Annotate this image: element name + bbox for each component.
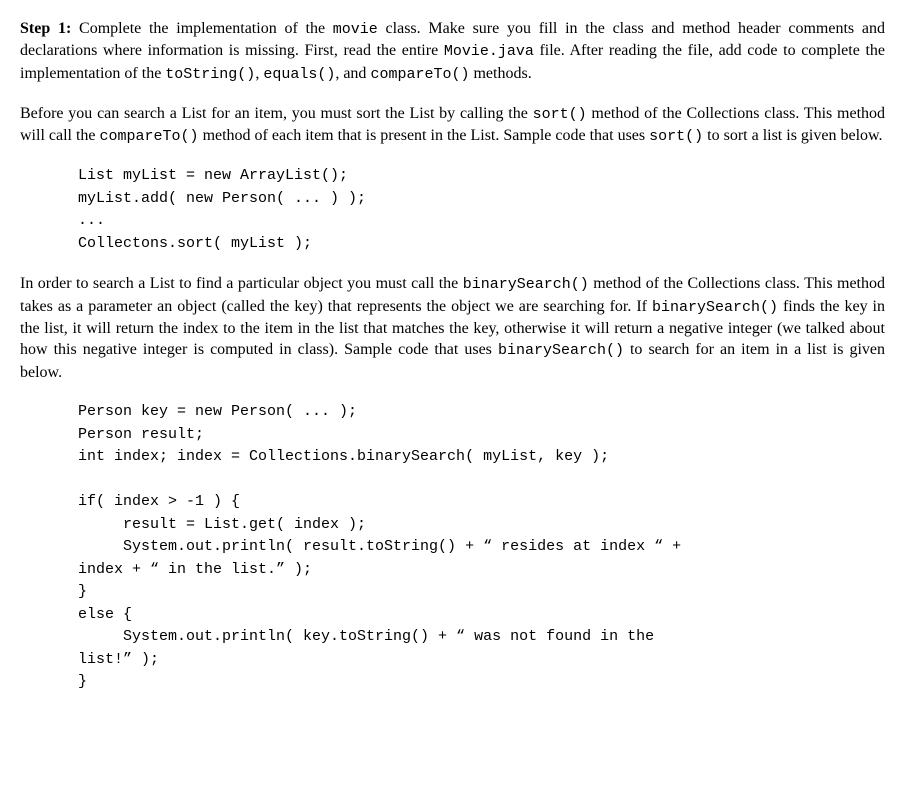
paragraph-sort: Before you can search a List for an item… [20,103,885,148]
code-inline: movie [333,21,378,38]
paragraph-binarysearch: In order to search a List to find a part… [20,273,885,383]
text: Before you can search a List for an item… [20,105,533,122]
text: method of each item that is present in t… [199,127,650,144]
code-block-sort: List myList = new ArrayList(); myList.ad… [78,165,885,255]
code-inline: sort() [533,106,587,123]
code-inline: binarySearch() [463,276,589,293]
text: Complete the implementation of the [71,20,333,37]
code-inline: sort() [649,128,703,145]
code-block-binarysearch: Person key = new Person( ... ); Person r… [78,401,885,694]
text: In order to search a List to find a part… [20,275,463,292]
code-inline: compareTo() [370,66,469,83]
code-inline: compareTo() [100,128,199,145]
code-inline: binarySearch() [652,299,778,316]
code-inline: Movie.java [444,43,534,60]
code-inline: equals() [263,66,335,83]
text: to sort a list is given below. [703,127,882,144]
code-inline: binarySearch() [498,342,624,359]
text: methods. [469,65,531,82]
text: , and [335,65,370,82]
code-inline: toString() [165,66,255,83]
paragraph-step1: Step 1: Complete the implementation of t… [20,18,885,85]
step-label: Step 1: [20,20,71,37]
